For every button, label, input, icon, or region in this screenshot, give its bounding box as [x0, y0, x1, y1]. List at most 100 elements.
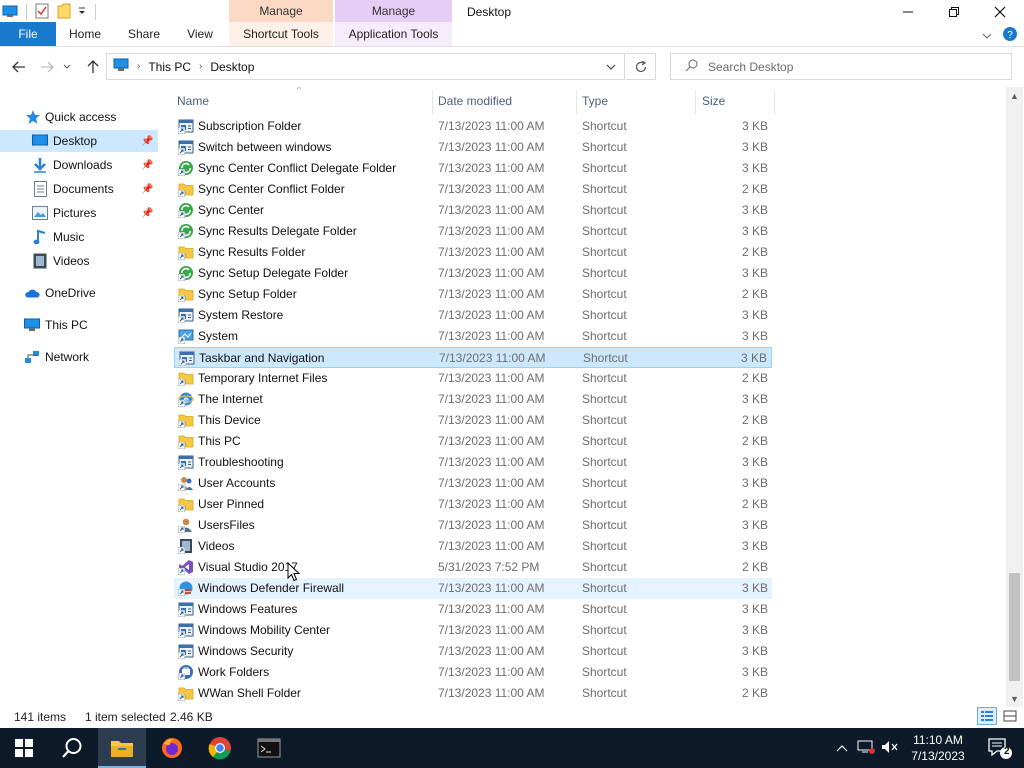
minimize-button[interactable] — [885, 0, 931, 24]
nav-quick-access[interactable]: Quick access — [0, 106, 158, 128]
tab-shortcut-tools[interactable]: Shortcut Tools — [229, 22, 333, 46]
refresh-button[interactable] — [626, 53, 656, 80]
file-row[interactable]: User Accounts 7/13/2023 11:00 AM Shortcut 3… — [174, 473, 772, 494]
start-button[interactable] — [0, 728, 48, 768]
nav-downloads[interactable]: Downloads 📌 — [0, 154, 158, 176]
file-date-modified: 7/13/2023 11:00 AM — [438, 371, 545, 385]
column-separator[interactable] — [576, 90, 577, 114]
scroll-up-button[interactable]: ▲ — [1006, 87, 1023, 104]
file-row[interactable]: Subscription Folder 7/13/2023 11:00 AM Sho… — [174, 116, 772, 137]
forward-button[interactable] — [36, 57, 58, 77]
file-row[interactable]: Sync Results Folder 7/13/2023 11:00 AM Sho… — [174, 242, 772, 263]
file-row[interactable]: This PC 7/13/2023 11:00 AM Shortcut 2 KB — [174, 431, 772, 452]
file-row[interactable]: Sync Results Delegate Folder 7/13/2023 11… — [174, 221, 772, 242]
pin-icon[interactable]: 📌 — [141, 136, 153, 147]
up-button[interactable] — [82, 57, 104, 77]
tab-application-tools[interactable]: Application Tools — [335, 22, 452, 46]
details-view-button[interactable] — [977, 707, 997, 725]
tab-file[interactable]: File — [0, 22, 56, 46]
tab-manage-shortcut[interactable]: Manage — [229, 0, 333, 22]
show-hidden-icons-chevron-icon[interactable] — [836, 741, 848, 755]
taskbar-clock[interactable]: 11:10 AM 7/13/2023 — [902, 732, 974, 764]
pin-icon[interactable]: 📌 — [141, 160, 153, 171]
taskbar-firefox[interactable] — [148, 728, 196, 768]
file-row[interactable]: Windows Defender Firewall 7/13/2023 11:00… — [174, 578, 772, 599]
tab-share[interactable]: Share — [122, 22, 166, 46]
column-separator[interactable] — [432, 90, 433, 114]
file-row[interactable]: Windows Features 7/13/2023 11:00 AM Shortc… — [174, 599, 772, 620]
network-status-icon[interactable] — [857, 740, 875, 757]
file-row[interactable]: This Device 7/13/2023 11:00 AM Shortcut 2 K… — [174, 410, 772, 431]
scroll-down-button[interactable]: ▼ — [1006, 690, 1023, 707]
file-row[interactable]: System 7/13/2023 11:00 AM Shortcut 3 KB — [174, 326, 772, 347]
close-button[interactable] — [977, 0, 1023, 24]
restore-button[interactable] — [931, 0, 977, 24]
column-separator[interactable] — [695, 90, 696, 114]
file-row[interactable]: Temporary Internet Files 7/13/2023 11:00 … — [174, 368, 772, 389]
file-row[interactable]: Videos 7/13/2023 11:00 AM Shortcut 3 KB — [174, 536, 772, 557]
new-folder-icon[interactable] — [57, 3, 71, 22]
action-center-button[interactable]: 2 — [976, 728, 1024, 768]
column-type[interactable]: Type — [582, 94, 608, 108]
nav-desktop[interactable]: Desktop 📌 — [0, 130, 158, 152]
navigation-pane: Quick access Desktop 📌 Downloads 📌 Docum… — [0, 87, 160, 707]
file-row[interactable]: Sync Center Conflict Folder 7/13/2023 11:… — [174, 179, 772, 200]
file-row[interactable]: Taskbar and Navigation 7/13/2023 11:00 AM… — [174, 347, 772, 368]
pin-icon[interactable]: 📌 — [141, 208, 153, 219]
file-date-modified: 7/13/2023 11:00 AM — [438, 392, 545, 406]
file-row[interactable]: User Pinned 7/13/2023 11:00 AM Shortcut 2 K… — [174, 494, 772, 515]
customize-toolbar-icon[interactable] — [77, 5, 87, 19]
column-size[interactable]: Size — [702, 94, 725, 108]
nav-pictures[interactable]: Pictures 📌 — [0, 202, 158, 224]
taskbar-file-explorer[interactable] — [98, 728, 146, 768]
volume-muted-icon[interactable] — [881, 740, 899, 757]
tab-home[interactable]: Home — [62, 22, 108, 46]
computer-icon[interactable] — [2, 4, 18, 21]
breadcrumb-this-pc[interactable]: This PC — [148, 60, 191, 74]
help-icon[interactable]: ? — [1002, 26, 1018, 45]
search-box[interactable]: Search Desktop — [670, 53, 1012, 80]
file-row[interactable]: Troubleshooting 7/13/2023 11:00 AM Shortcu… — [174, 452, 772, 473]
file-size: 3 KB — [741, 644, 768, 658]
expand-ribbon-icon[interactable] — [982, 29, 992, 43]
file-row[interactable]: Sync Center Conflict Delegate Folder 7/13… — [174, 158, 772, 179]
file-name: This PC — [198, 434, 241, 448]
file-row[interactable]: Switch between windows 7/13/2023 11:00 AM… — [174, 137, 772, 158]
taskbar-search-button[interactable] — [48, 728, 96, 768]
file-row[interactable]: Windows Security 7/13/2023 11:00 AM Shortc… — [174, 641, 772, 662]
vertical-scrollbar[interactable]: ▲ ▼ — [1006, 87, 1023, 707]
recent-locations-button[interactable] — [60, 57, 74, 77]
column-name[interactable]: Name — [177, 94, 209, 108]
file-row[interactable]: Windows Mobility Center 7/13/2023 11:00 A… — [174, 620, 772, 641]
nav-documents[interactable]: Documents 📌 — [0, 178, 158, 200]
nav-network[interactable]: Network — [0, 346, 158, 368]
file-row[interactable]: System Restore 7/13/2023 11:00 AM Shortcut… — [174, 305, 772, 326]
file-row[interactable]: WWan Shell Folder 7/13/2023 11:00 AM Short… — [174, 683, 772, 704]
file-row[interactable]: Work Folders 7/13/2023 11:00 AM Shortcut 3 … — [174, 662, 772, 683]
taskbar-chrome[interactable] — [196, 728, 244, 768]
properties-icon[interactable] — [35, 3, 49, 22]
scroll-thumb[interactable] — [1009, 573, 1020, 681]
file-row[interactable]: Sync Setup Delegate Folder 7/13/2023 11:0… — [174, 263, 772, 284]
file-row[interactable]: Sync Setup Folder 7/13/2023 11:00 AM Short… — [174, 284, 772, 305]
address-dropdown-icon[interactable] — [606, 60, 616, 74]
large-icons-view-button[interactable] — [1000, 707, 1020, 725]
address-bar[interactable]: › This PC › Desktop — [106, 53, 625, 80]
file-row[interactable]: Visual Studio 2017 5/31/2023 7:52 PM Short… — [174, 557, 772, 578]
nav-onedrive[interactable]: OneDrive — [0, 282, 158, 304]
nav-music[interactable]: Music — [0, 226, 158, 248]
file-row[interactable]: e The Internet 7/13/2023 11:00 AM Shortcut 3… — [174, 389, 772, 410]
back-button[interactable] — [8, 57, 30, 77]
tab-view[interactable]: View — [180, 22, 220, 46]
shortcut-sync-icon — [178, 265, 194, 281]
file-row[interactable]: Sync Center 7/13/2023 11:00 AM Shortcut 3 K… — [174, 200, 772, 221]
column-date-modified[interactable]: Date modified — [438, 94, 512, 108]
column-separator[interactable] — [774, 90, 775, 114]
pin-icon[interactable]: 📌 — [141, 184, 153, 195]
nav-videos[interactable]: Videos — [0, 250, 158, 272]
taskbar-terminal[interactable] — [245, 728, 293, 768]
file-row[interactable]: UsersFiles 7/13/2023 11:00 AM Shortcut 3 KB — [174, 515, 772, 536]
breadcrumb-desktop[interactable]: Desktop — [210, 60, 254, 74]
tab-manage-application[interactable]: Manage — [335, 0, 452, 22]
nav-this-pc[interactable]: This PC — [0, 314, 158, 336]
